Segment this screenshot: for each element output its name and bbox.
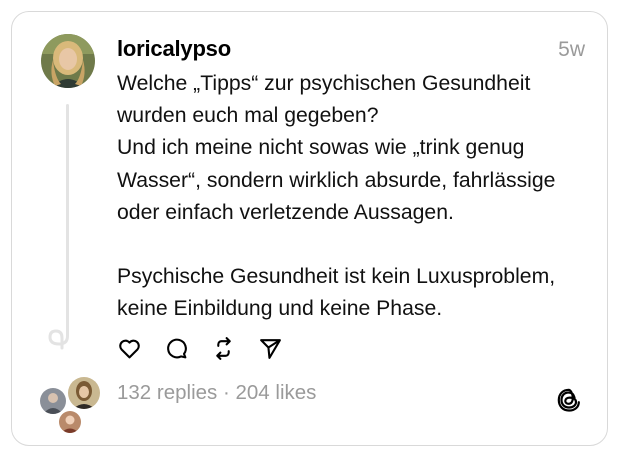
post-text-line: Wasser“, sondern wirklich absurde, fahrl…	[117, 168, 556, 192]
heart-icon[interactable]	[117, 336, 142, 361]
avatar[interactable]	[41, 34, 95, 88]
post-text-line: wurden euch mal gegeben?	[117, 104, 379, 128]
threads-logo-icon[interactable]	[557, 387, 581, 413]
post-text-line: Psychische Gesundheit ist kein Luxusprob…	[117, 265, 556, 289]
action-bar	[117, 336, 283, 361]
post-body: Welche „Tipps“ zur psychischen Gesundhei…	[117, 68, 587, 326]
post-text-line: keine Einbildung und keine Phase.	[117, 297, 443, 321]
reply-avatar	[66, 375, 102, 411]
post-timestamp[interactable]: 5w	[558, 38, 585, 62]
thread-connector-line	[66, 104, 69, 329]
engagement-stats[interactable]: 132 replies · 204 likes	[117, 381, 316, 405]
post-text-line: Welche „Tipps“ zur psychischen Gesundhei…	[117, 72, 531, 95]
post-text-line: Und ich meine nicht sowas wie „trink gen…	[117, 136, 525, 160]
post-username[interactable]: loricalypso	[117, 36, 231, 62]
post-text-line	[117, 229, 587, 261]
thread-curl-icon	[48, 326, 69, 350]
repost-icon[interactable]	[211, 336, 236, 361]
reply-avatar	[57, 409, 83, 435]
send-icon[interactable]	[258, 336, 283, 361]
post-text-line: oder einfach verletzende Aussagen.	[117, 200, 454, 224]
comment-bubble-icon[interactable]	[164, 336, 189, 361]
